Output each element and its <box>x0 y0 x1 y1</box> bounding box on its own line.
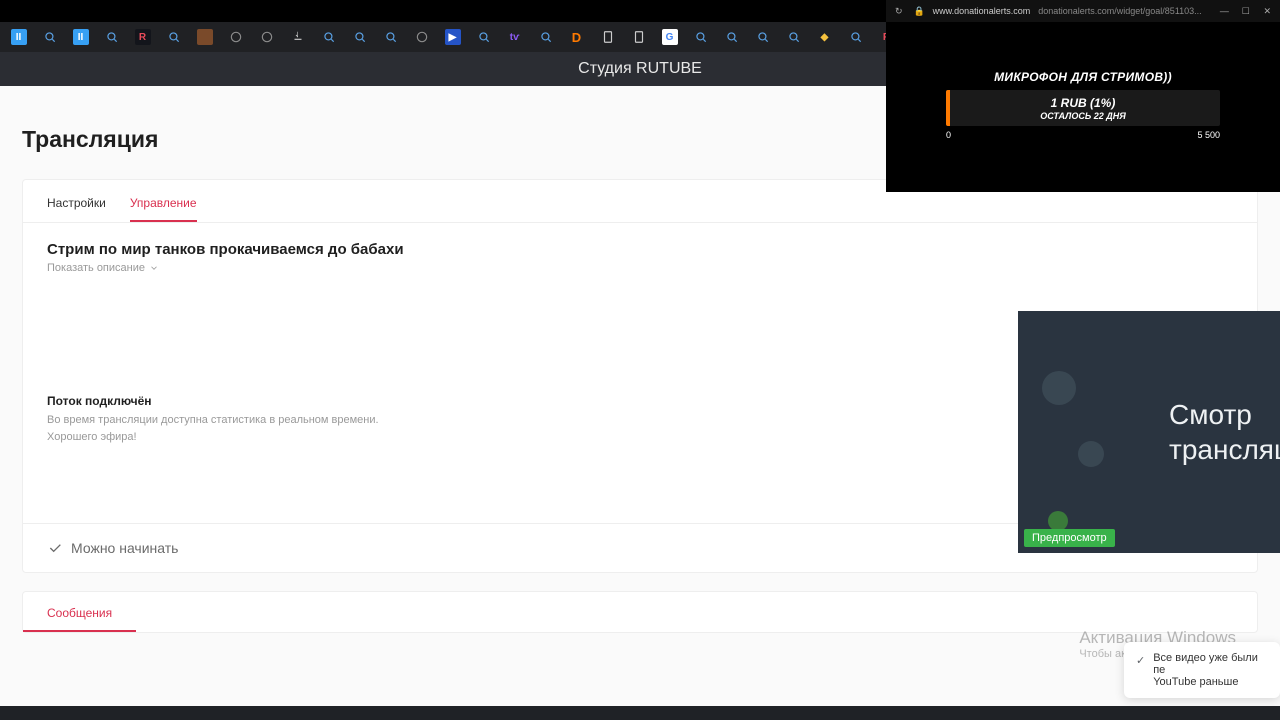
donation-min: 0 <box>946 130 951 140</box>
close-button[interactable]: ✕ <box>1261 2 1274 20</box>
show-description-label: Показать описание <box>47 262 145 274</box>
messages-card: Сообщения <box>22 591 1258 633</box>
popup-tip[interactable]: ✓ Все видео уже были пе YouTube раньше <box>1124 642 1280 698</box>
app-title: Студия RUTUBE <box>578 60 702 78</box>
check-icon <box>47 540 63 556</box>
tab-diamond[interactable]: ◆ <box>810 25 839 49</box>
taskbar[interactable] <box>0 706 1280 720</box>
donation-amount: 1 RUB (1%) <box>1051 96 1116 110</box>
minimize-button[interactable]: — <box>1218 2 1231 20</box>
tab-search-13[interactable] <box>841 25 870 49</box>
tab-manage[interactable]: Управление <box>130 192 197 222</box>
donation-path: donationalerts.com/widget/goal/851103... <box>1038 6 1201 16</box>
tab-search-12[interactable] <box>779 25 808 49</box>
messages-tab[interactable]: Сообщения <box>23 592 136 632</box>
donation-host: www.donationalerts.com <box>933 6 1031 16</box>
donation-widget-window: ↻ 🔒 www.donationalerts.com donationalert… <box>886 0 1280 192</box>
donation-progress-bar: 1 RUB (1%) ОСТАЛОСЬ 22 ДНЯ <box>946 90 1220 126</box>
tab-d-orange[interactable]: D <box>562 25 591 49</box>
tab-pause-2[interactable]: II <box>66 25 95 49</box>
tab-search-4[interactable] <box>314 25 343 49</box>
refresh-icon[interactable]: ↻ <box>892 2 905 20</box>
show-description-toggle[interactable]: Показать описание <box>47 262 1233 274</box>
ready-label: Можно начинать <box>71 540 178 556</box>
preview-text: Смотр трансляц <box>1169 397 1280 467</box>
tab-doc-1[interactable] <box>593 25 622 49</box>
tab-m-1[interactable] <box>221 25 250 49</box>
stream-title: Стрим по мир танков прокачиваемся до баб… <box>47 241 1233 258</box>
tab-download[interactable] <box>283 25 312 49</box>
tab-m-3[interactable] <box>407 25 436 49</box>
tab-search-6[interactable] <box>376 25 405 49</box>
tab-m-2[interactable] <box>252 25 281 49</box>
tab-doc-2[interactable] <box>624 25 653 49</box>
tab-google[interactable]: G <box>655 25 684 49</box>
tab-search-8[interactable] <box>531 25 560 49</box>
tab-r-icon[interactable]: R <box>128 25 157 49</box>
maximize-button[interactable]: ☐ <box>1239 2 1252 20</box>
donation-max: 5 500 <box>1197 130 1220 140</box>
chevron-down-icon <box>149 263 159 273</box>
preview-badge: Предпросмотр <box>1024 529 1115 547</box>
tab-search-5[interactable] <box>345 25 374 49</box>
tab-search-7[interactable] <box>469 25 498 49</box>
tab-search-9[interactable] <box>686 25 715 49</box>
tab-pause-1[interactable]: II <box>4 25 33 49</box>
preview-panel: Смотр трансляц Предпросмотр <box>1018 311 1280 553</box>
tab-twitch[interactable]: tⱱ <box>500 25 529 49</box>
tab-search-11[interactable] <box>748 25 777 49</box>
tab-search-10[interactable] <box>717 25 746 49</box>
tab-search-1[interactable] <box>35 25 64 49</box>
tab-search-2[interactable] <box>97 25 126 49</box>
check-icon: ✓ <box>1136 654 1145 688</box>
tab-settings[interactable]: Настройки <box>47 192 106 222</box>
tab-flag[interactable] <box>190 25 219 49</box>
tab-play[interactable]: ▶ <box>438 25 467 49</box>
donation-goal-title: МИКРОФОН ДЛЯ СТРИМОВ)) <box>886 70 1280 84</box>
tab-search-3[interactable] <box>159 25 188 49</box>
lock-icon: 🔒 <box>913 6 924 17</box>
donation-days-left: ОСТАЛОСЬ 22 ДНЯ <box>1040 111 1126 121</box>
donation-titlebar: ↻ 🔒 www.donationalerts.com donationalert… <box>886 0 1280 22</box>
